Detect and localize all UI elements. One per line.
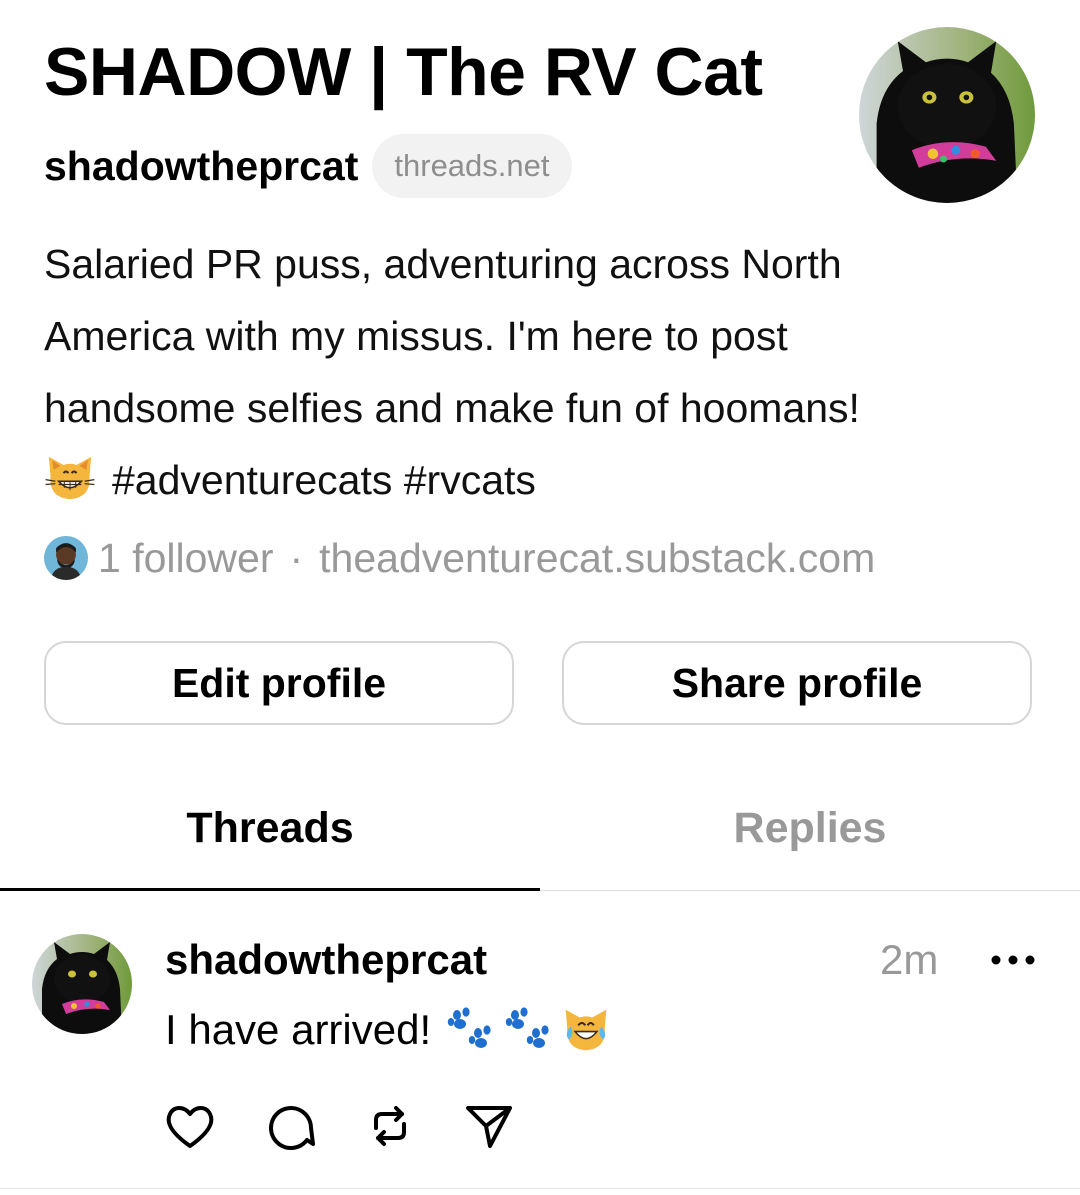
post-username[interactable]: shadowtheprcat xyxy=(165,930,487,990)
tab-divider xyxy=(540,890,1080,891)
black-cat-avatar-image xyxy=(859,27,1035,203)
post-body: I have arrived! xyxy=(165,1000,611,1060)
bio-line-hashtags: #adventurecats #rvcats xyxy=(44,444,1044,516)
bio-line: America with my missus. I'm here to post xyxy=(44,313,788,359)
edit-profile-button[interactable]: Edit profile xyxy=(44,641,514,725)
separator-dot: · xyxy=(289,534,304,581)
send-icon[interactable] xyxy=(460,1098,516,1154)
black-cat-avatar-image xyxy=(32,934,132,1034)
threads-domain-badge[interactable]: threads.net xyxy=(372,134,572,198)
follower-count[interactable]: 1 follower xyxy=(98,535,273,582)
bio-line: Salaried PR puss, adventuring across Nor… xyxy=(44,241,842,287)
post-author-avatar[interactable] xyxy=(32,934,132,1034)
paw-prints-emoji xyxy=(445,1005,495,1055)
tab-replies[interactable]: Replies xyxy=(540,795,1080,861)
bio-line: handsome selfies and make fun of hoomans… xyxy=(44,385,860,431)
post-timestamp: 2m xyxy=(880,936,939,983)
more-options-icon[interactable] xyxy=(988,950,1038,970)
post-text: I have arrived! xyxy=(165,1006,432,1053)
username-row: shadowtheprcat threads.net xyxy=(44,132,572,200)
profile-display-name: SHADOW | The RV Cat xyxy=(44,34,763,110)
cat-with-tears-of-joy-emoji xyxy=(561,1005,611,1055)
paw-prints-emoji xyxy=(503,1005,553,1055)
profile-bio: Salaried PR puss, adventuring across Nor… xyxy=(44,228,1044,516)
profile-avatar[interactable] xyxy=(859,27,1035,203)
bio-hashtags[interactable]: #adventurecats #rvcats xyxy=(112,457,536,503)
repost-icon[interactable] xyxy=(362,1098,418,1154)
comment-icon[interactable] xyxy=(263,1098,319,1154)
share-profile-button[interactable]: Share profile xyxy=(562,641,1032,725)
profile-link[interactable]: theadventurecat.substack.com xyxy=(319,535,875,582)
heart-icon[interactable] xyxy=(162,1098,218,1154)
tab-threads[interactable]: Threads xyxy=(0,795,540,861)
profile-username: shadowtheprcat xyxy=(44,142,359,189)
follower-avatar[interactable] xyxy=(44,536,88,580)
followers-row: 1 follower · theadventurecat.substack.co… xyxy=(44,530,875,586)
grinning-cat-emoji xyxy=(44,452,96,504)
post-divider xyxy=(0,1188,1080,1189)
active-tab-indicator xyxy=(0,888,540,891)
